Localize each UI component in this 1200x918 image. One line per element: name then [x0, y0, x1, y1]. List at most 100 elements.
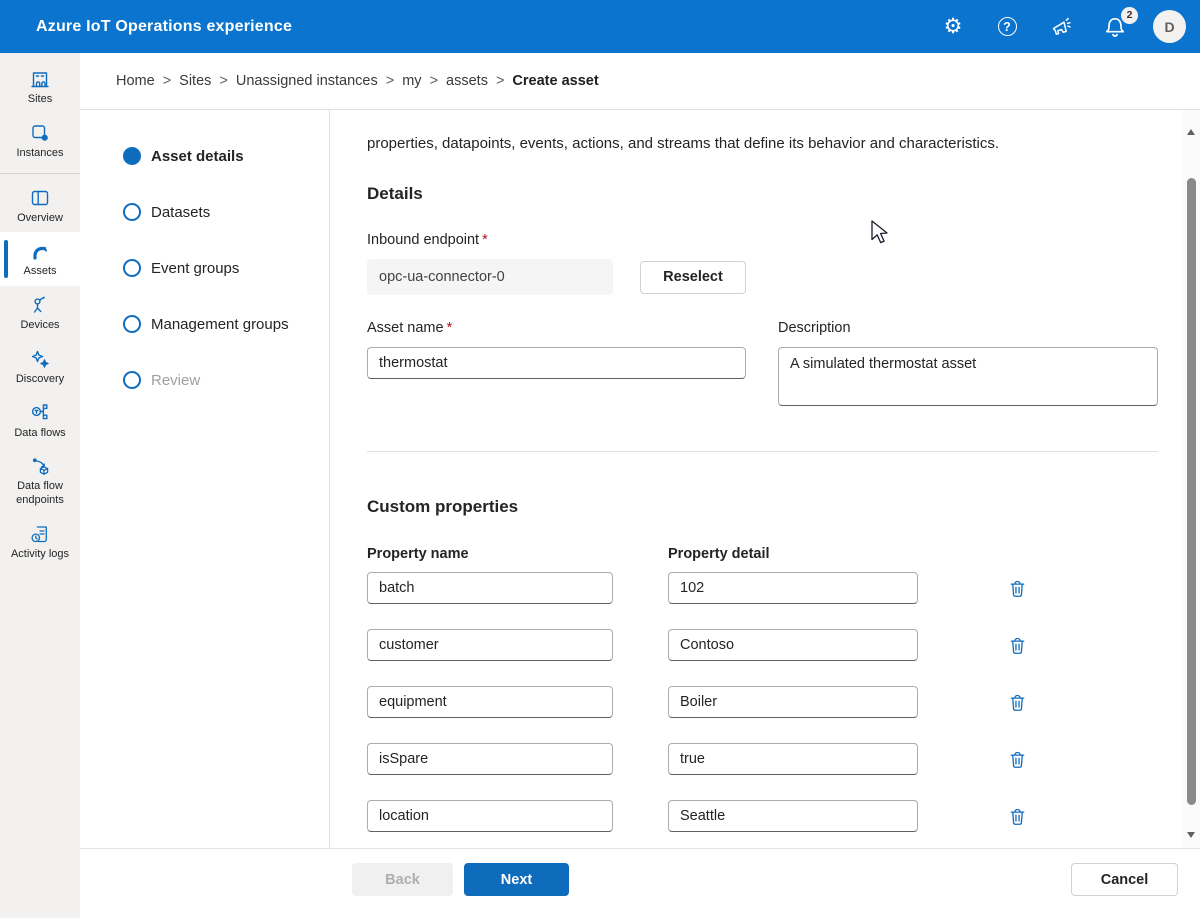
property-name-input[interactable]	[367, 572, 613, 604]
breadcrumb-separator: >	[219, 73, 228, 89]
breadcrumb-my[interactable]: my	[402, 73, 421, 89]
step-label: Asset details	[151, 147, 244, 165]
step-datasets[interactable]: Datasets	[123, 203, 329, 221]
step-management-groups[interactable]: Management groups	[123, 315, 329, 333]
custom-property-row	[367, 800, 1158, 832]
custom-property-row	[367, 629, 1158, 661]
custom-property-row	[367, 686, 1158, 718]
required-asterisk: *	[446, 320, 453, 336]
step-event-groups[interactable]: Event groups	[123, 259, 329, 277]
property-detail-input[interactable]	[668, 743, 918, 775]
sidebar-item-label: Instances	[16, 146, 64, 159]
breadcrumb-unassigned-instances[interactable]: Unassigned instances	[236, 73, 378, 89]
property-name-input[interactable]	[367, 629, 613, 661]
data-flow-endpoints-icon	[32, 458, 49, 476]
step-label: Datasets	[151, 203, 211, 221]
delete-property-button[interactable]	[1007, 578, 1027, 598]
megaphone-icon	[1052, 17, 1071, 35]
property-detail-input[interactable]	[668, 800, 918, 832]
property-name-input[interactable]	[367, 686, 613, 718]
sidebar-item-label: Activity logs	[10, 547, 70, 560]
delete-property-button[interactable]	[1007, 692, 1027, 712]
sidebar-item-data-flow-endpoints[interactable]: Data flow endpoints	[0, 447, 80, 515]
breadcrumb-sites[interactable]: Sites	[179, 73, 211, 89]
asset-name-label: Asset name *	[367, 320, 746, 336]
asset-name-input[interactable]	[367, 347, 746, 379]
step-indicator	[123, 371, 141, 389]
wizard-steps-nav: Asset details Datasets Event groups Mana…	[80, 110, 330, 848]
section-divider	[367, 451, 1158, 452]
description-label: Description	[778, 320, 851, 336]
back-button[interactable]: Back	[352, 863, 453, 896]
devices-icon	[33, 296, 45, 313]
gear-icon: ⚙	[943, 15, 963, 38]
inbound-endpoint-field	[367, 259, 613, 295]
cancel-button[interactable]: Cancel	[1071, 863, 1178, 896]
sidebar-item-overview[interactable]: Overview	[0, 179, 80, 233]
delete-property-button[interactable]	[1007, 635, 1027, 655]
help-button[interactable]: ?	[991, 11, 1023, 43]
settings-button[interactable]: ⚙	[937, 11, 969, 43]
trash-icon	[1010, 751, 1024, 768]
sidebar-item-discovery[interactable]: Discovery	[0, 340, 80, 394]
step-label: Management groups	[151, 315, 289, 333]
delete-property-button[interactable]	[1007, 749, 1027, 769]
app-title: Azure IoT Operations experience	[36, 17, 293, 35]
sidebar-item-activity-logs[interactable]: Activity logs	[0, 515, 80, 569]
reselect-button[interactable]: Reselect	[640, 260, 746, 294]
inbound-endpoint-label: Inbound endpoint *	[367, 232, 1158, 248]
breadcrumb-assets[interactable]: assets	[446, 73, 488, 89]
activity-logs-icon	[31, 526, 47, 542]
sidebar-item-label: Assets	[23, 265, 57, 278]
wizard-footer: Back Next Cancel	[80, 848, 1200, 918]
required-asterisk: *	[482, 232, 488, 248]
delete-property-button[interactable]	[1007, 806, 1027, 826]
assets-icon	[33, 247, 47, 260]
property-detail-input[interactable]	[668, 629, 918, 661]
notifications-button[interactable]: 2	[1099, 6, 1138, 43]
sites-icon	[31, 72, 49, 88]
step-review[interactable]: Review	[123, 371, 329, 389]
sidebar-item-label: Data flows	[14, 426, 66, 439]
sidebar-item-data-flows[interactable]: Data flows	[0, 394, 80, 448]
property-detail-input[interactable]	[668, 686, 918, 718]
avatar[interactable]: D	[1153, 10, 1186, 43]
scrollbar-thumb[interactable]	[1187, 178, 1196, 805]
overview-icon	[31, 190, 49, 205]
trash-icon	[1010, 637, 1024, 654]
property-name-header: Property name	[367, 546, 469, 562]
data-flows-icon	[31, 403, 48, 419]
top-app-bar: Azure IoT Operations experience ⚙ ? 2 D	[0, 0, 1200, 53]
description-input[interactable]	[778, 347, 1158, 406]
step-indicator	[123, 259, 141, 277]
step-asset-details[interactable]: Asset details	[123, 147, 329, 165]
custom-property-row	[367, 572, 1158, 604]
scrollbar-up-arrow[interactable]	[1187, 129, 1195, 135]
property-name-input[interactable]	[367, 800, 613, 832]
asset-details-form: properties, datapoints, events, actions,…	[330, 110, 1200, 848]
sidebar-item-label: Data flow endpoints	[16, 480, 64, 506]
property-detail-header: Property detail	[668, 546, 770, 562]
breadcrumb-separator: >	[429, 73, 439, 89]
help-icon: ?	[997, 17, 1017, 36]
trash-icon	[1010, 580, 1024, 597]
announcements-button[interactable]	[1045, 11, 1077, 43]
vertical-scrollbar	[1183, 110, 1200, 848]
sidebar-item-label: Overview	[17, 211, 63, 224]
sidebar-item-assets[interactable]: Assets	[0, 232, 80, 286]
sidebar-item-instances[interactable]: Instances	[0, 114, 80, 168]
sidebar-item-sites[interactable]: Sites	[0, 60, 80, 114]
breadcrumb: Home > Sites > Unassigned instances > my…	[80, 53, 1200, 110]
breadcrumb-home[interactable]: Home	[116, 73, 155, 89]
scrollbar-down-arrow[interactable]	[1187, 832, 1195, 838]
trash-icon	[1010, 808, 1024, 825]
property-detail-input[interactable]	[668, 572, 918, 604]
step-label: Review	[151, 371, 201, 389]
step-label: Event groups	[151, 259, 240, 277]
asset-name-label-text: Asset name	[367, 320, 444, 336]
breadcrumb-separator: >	[162, 73, 172, 89]
step-indicator	[123, 203, 141, 221]
sidebar-item-devices[interactable]: Devices	[0, 286, 80, 340]
next-button[interactable]: Next	[464, 863, 569, 896]
property-name-input[interactable]	[367, 743, 613, 775]
